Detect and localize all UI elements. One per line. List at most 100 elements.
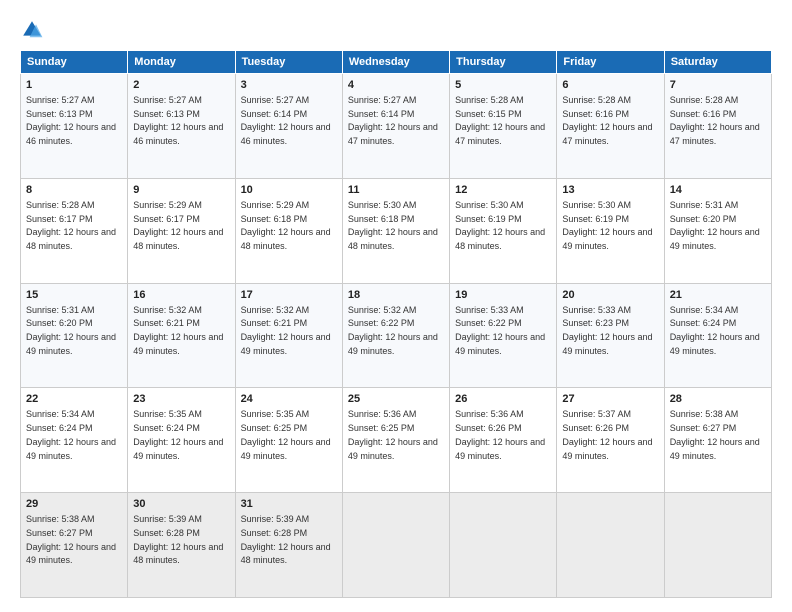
day-number: 5 <box>455 78 551 94</box>
day-info: Sunrise: 5:30 AMSunset: 6:18 PMDaylight:… <box>348 200 438 251</box>
day-number: 3 <box>241 78 337 94</box>
day-info: Sunrise: 5:36 AMSunset: 6:25 PMDaylight:… <box>348 409 438 460</box>
day-number: 9 <box>133 183 229 199</box>
calendar-day-cell: 12Sunrise: 5:30 AMSunset: 6:19 PMDayligh… <box>450 178 557 283</box>
calendar-day-cell <box>557 493 664 598</box>
calendar-day-cell: 19Sunrise: 5:33 AMSunset: 6:22 PMDayligh… <box>450 283 557 388</box>
day-info: Sunrise: 5:30 AMSunset: 6:19 PMDaylight:… <box>455 200 545 251</box>
calendar-day-cell: 3Sunrise: 5:27 AMSunset: 6:14 PMDaylight… <box>235 74 342 179</box>
day-info: Sunrise: 5:29 AMSunset: 6:17 PMDaylight:… <box>133 200 223 251</box>
calendar-day-cell <box>342 493 449 598</box>
calendar-week-row: 29Sunrise: 5:38 AMSunset: 6:27 PMDayligh… <box>21 493 772 598</box>
day-number: 22 <box>26 392 122 408</box>
day-number: 13 <box>562 183 658 199</box>
day-info: Sunrise: 5:28 AMSunset: 6:17 PMDaylight:… <box>26 200 116 251</box>
day-info: Sunrise: 5:27 AMSunset: 6:14 PMDaylight:… <box>348 95 438 146</box>
day-info: Sunrise: 5:32 AMSunset: 6:21 PMDaylight:… <box>241 305 331 356</box>
calendar-day-cell: 17Sunrise: 5:32 AMSunset: 6:21 PMDayligh… <box>235 283 342 388</box>
day-number: 17 <box>241 288 337 304</box>
calendar-day-header: Sunday <box>21 51 128 74</box>
calendar-day-cell: 24Sunrise: 5:35 AMSunset: 6:25 PMDayligh… <box>235 388 342 493</box>
day-number: 18 <box>348 288 444 304</box>
calendar-day-cell: 15Sunrise: 5:31 AMSunset: 6:20 PMDayligh… <box>21 283 128 388</box>
day-number: 27 <box>562 392 658 408</box>
calendar-week-row: 22Sunrise: 5:34 AMSunset: 6:24 PMDayligh… <box>21 388 772 493</box>
day-info: Sunrise: 5:27 AMSunset: 6:14 PMDaylight:… <box>241 95 331 146</box>
calendar-day-cell: 6Sunrise: 5:28 AMSunset: 6:16 PMDaylight… <box>557 74 664 179</box>
day-info: Sunrise: 5:31 AMSunset: 6:20 PMDaylight:… <box>670 200 760 251</box>
day-number: 28 <box>670 392 766 408</box>
calendar-table: SundayMondayTuesdayWednesdayThursdayFrid… <box>20 50 772 598</box>
logo <box>20 18 48 42</box>
calendar-week-row: 8Sunrise: 5:28 AMSunset: 6:17 PMDaylight… <box>21 178 772 283</box>
day-info: Sunrise: 5:32 AMSunset: 6:21 PMDaylight:… <box>133 305 223 356</box>
calendar-day-cell: 25Sunrise: 5:36 AMSunset: 6:25 PMDayligh… <box>342 388 449 493</box>
day-info: Sunrise: 5:35 AMSunset: 6:25 PMDaylight:… <box>241 409 331 460</box>
day-number: 20 <box>562 288 658 304</box>
day-number: 4 <box>348 78 444 94</box>
calendar-day-cell: 30Sunrise: 5:39 AMSunset: 6:28 PMDayligh… <box>128 493 235 598</box>
calendar-day-cell: 27Sunrise: 5:37 AMSunset: 6:26 PMDayligh… <box>557 388 664 493</box>
day-number: 11 <box>348 183 444 199</box>
day-number: 8 <box>26 183 122 199</box>
day-info: Sunrise: 5:31 AMSunset: 6:20 PMDaylight:… <box>26 305 116 356</box>
calendar-day-cell: 8Sunrise: 5:28 AMSunset: 6:17 PMDaylight… <box>21 178 128 283</box>
day-number: 12 <box>455 183 551 199</box>
calendar-day-header: Saturday <box>664 51 771 74</box>
calendar-week-row: 1Sunrise: 5:27 AMSunset: 6:13 PMDaylight… <box>21 74 772 179</box>
day-number: 2 <box>133 78 229 94</box>
day-number: 30 <box>133 497 229 513</box>
day-number: 31 <box>241 497 337 513</box>
calendar-header-row: SundayMondayTuesdayWednesdayThursdayFrid… <box>21 51 772 74</box>
calendar-day-cell: 26Sunrise: 5:36 AMSunset: 6:26 PMDayligh… <box>450 388 557 493</box>
day-number: 21 <box>670 288 766 304</box>
day-number: 24 <box>241 392 337 408</box>
calendar-day-cell: 5Sunrise: 5:28 AMSunset: 6:15 PMDaylight… <box>450 74 557 179</box>
calendar-day-cell: 20Sunrise: 5:33 AMSunset: 6:23 PMDayligh… <box>557 283 664 388</box>
day-number: 29 <box>26 497 122 513</box>
day-info: Sunrise: 5:28 AMSunset: 6:15 PMDaylight:… <box>455 95 545 146</box>
calendar-day-cell: 10Sunrise: 5:29 AMSunset: 6:18 PMDayligh… <box>235 178 342 283</box>
day-number: 15 <box>26 288 122 304</box>
day-info: Sunrise: 5:28 AMSunset: 6:16 PMDaylight:… <box>670 95 760 146</box>
day-number: 23 <box>133 392 229 408</box>
calendar-day-header: Monday <box>128 51 235 74</box>
day-info: Sunrise: 5:37 AMSunset: 6:26 PMDaylight:… <box>562 409 652 460</box>
calendar-day-cell: 21Sunrise: 5:34 AMSunset: 6:24 PMDayligh… <box>664 283 771 388</box>
calendar-day-cell: 13Sunrise: 5:30 AMSunset: 6:19 PMDayligh… <box>557 178 664 283</box>
calendar-day-cell <box>450 493 557 598</box>
day-info: Sunrise: 5:34 AMSunset: 6:24 PMDaylight:… <box>26 409 116 460</box>
calendar-day-cell: 4Sunrise: 5:27 AMSunset: 6:14 PMDaylight… <box>342 74 449 179</box>
day-info: Sunrise: 5:39 AMSunset: 6:28 PMDaylight:… <box>133 514 223 565</box>
calendar-day-cell: 1Sunrise: 5:27 AMSunset: 6:13 PMDaylight… <box>21 74 128 179</box>
day-number: 19 <box>455 288 551 304</box>
day-number: 14 <box>670 183 766 199</box>
header <box>20 18 772 42</box>
day-number: 6 <box>562 78 658 94</box>
calendar-day-header: Wednesday <box>342 51 449 74</box>
day-info: Sunrise: 5:33 AMSunset: 6:23 PMDaylight:… <box>562 305 652 356</box>
day-info: Sunrise: 5:28 AMSunset: 6:16 PMDaylight:… <box>562 95 652 146</box>
calendar-day-cell: 11Sunrise: 5:30 AMSunset: 6:18 PMDayligh… <box>342 178 449 283</box>
day-info: Sunrise: 5:27 AMSunset: 6:13 PMDaylight:… <box>26 95 116 146</box>
calendar-day-header: Friday <box>557 51 664 74</box>
day-number: 16 <box>133 288 229 304</box>
day-info: Sunrise: 5:27 AMSunset: 6:13 PMDaylight:… <box>133 95 223 146</box>
calendar-day-cell: 18Sunrise: 5:32 AMSunset: 6:22 PMDayligh… <box>342 283 449 388</box>
calendar-day-cell: 16Sunrise: 5:32 AMSunset: 6:21 PMDayligh… <box>128 283 235 388</box>
day-info: Sunrise: 5:34 AMSunset: 6:24 PMDaylight:… <box>670 305 760 356</box>
calendar-day-cell: 9Sunrise: 5:29 AMSunset: 6:17 PMDaylight… <box>128 178 235 283</box>
day-number: 25 <box>348 392 444 408</box>
calendar-day-cell: 14Sunrise: 5:31 AMSunset: 6:20 PMDayligh… <box>664 178 771 283</box>
calendar-day-header: Thursday <box>450 51 557 74</box>
calendar-day-cell: 7Sunrise: 5:28 AMSunset: 6:16 PMDaylight… <box>664 74 771 179</box>
calendar-day-cell: 29Sunrise: 5:38 AMSunset: 6:27 PMDayligh… <box>21 493 128 598</box>
calendar-day-cell: 28Sunrise: 5:38 AMSunset: 6:27 PMDayligh… <box>664 388 771 493</box>
day-info: Sunrise: 5:38 AMSunset: 6:27 PMDaylight:… <box>26 514 116 565</box>
day-info: Sunrise: 5:39 AMSunset: 6:28 PMDaylight:… <box>241 514 331 565</box>
calendar-week-row: 15Sunrise: 5:31 AMSunset: 6:20 PMDayligh… <box>21 283 772 388</box>
day-info: Sunrise: 5:33 AMSunset: 6:22 PMDaylight:… <box>455 305 545 356</box>
calendar-day-cell: 22Sunrise: 5:34 AMSunset: 6:24 PMDayligh… <box>21 388 128 493</box>
calendar-day-header: Tuesday <box>235 51 342 74</box>
day-info: Sunrise: 5:35 AMSunset: 6:24 PMDaylight:… <box>133 409 223 460</box>
